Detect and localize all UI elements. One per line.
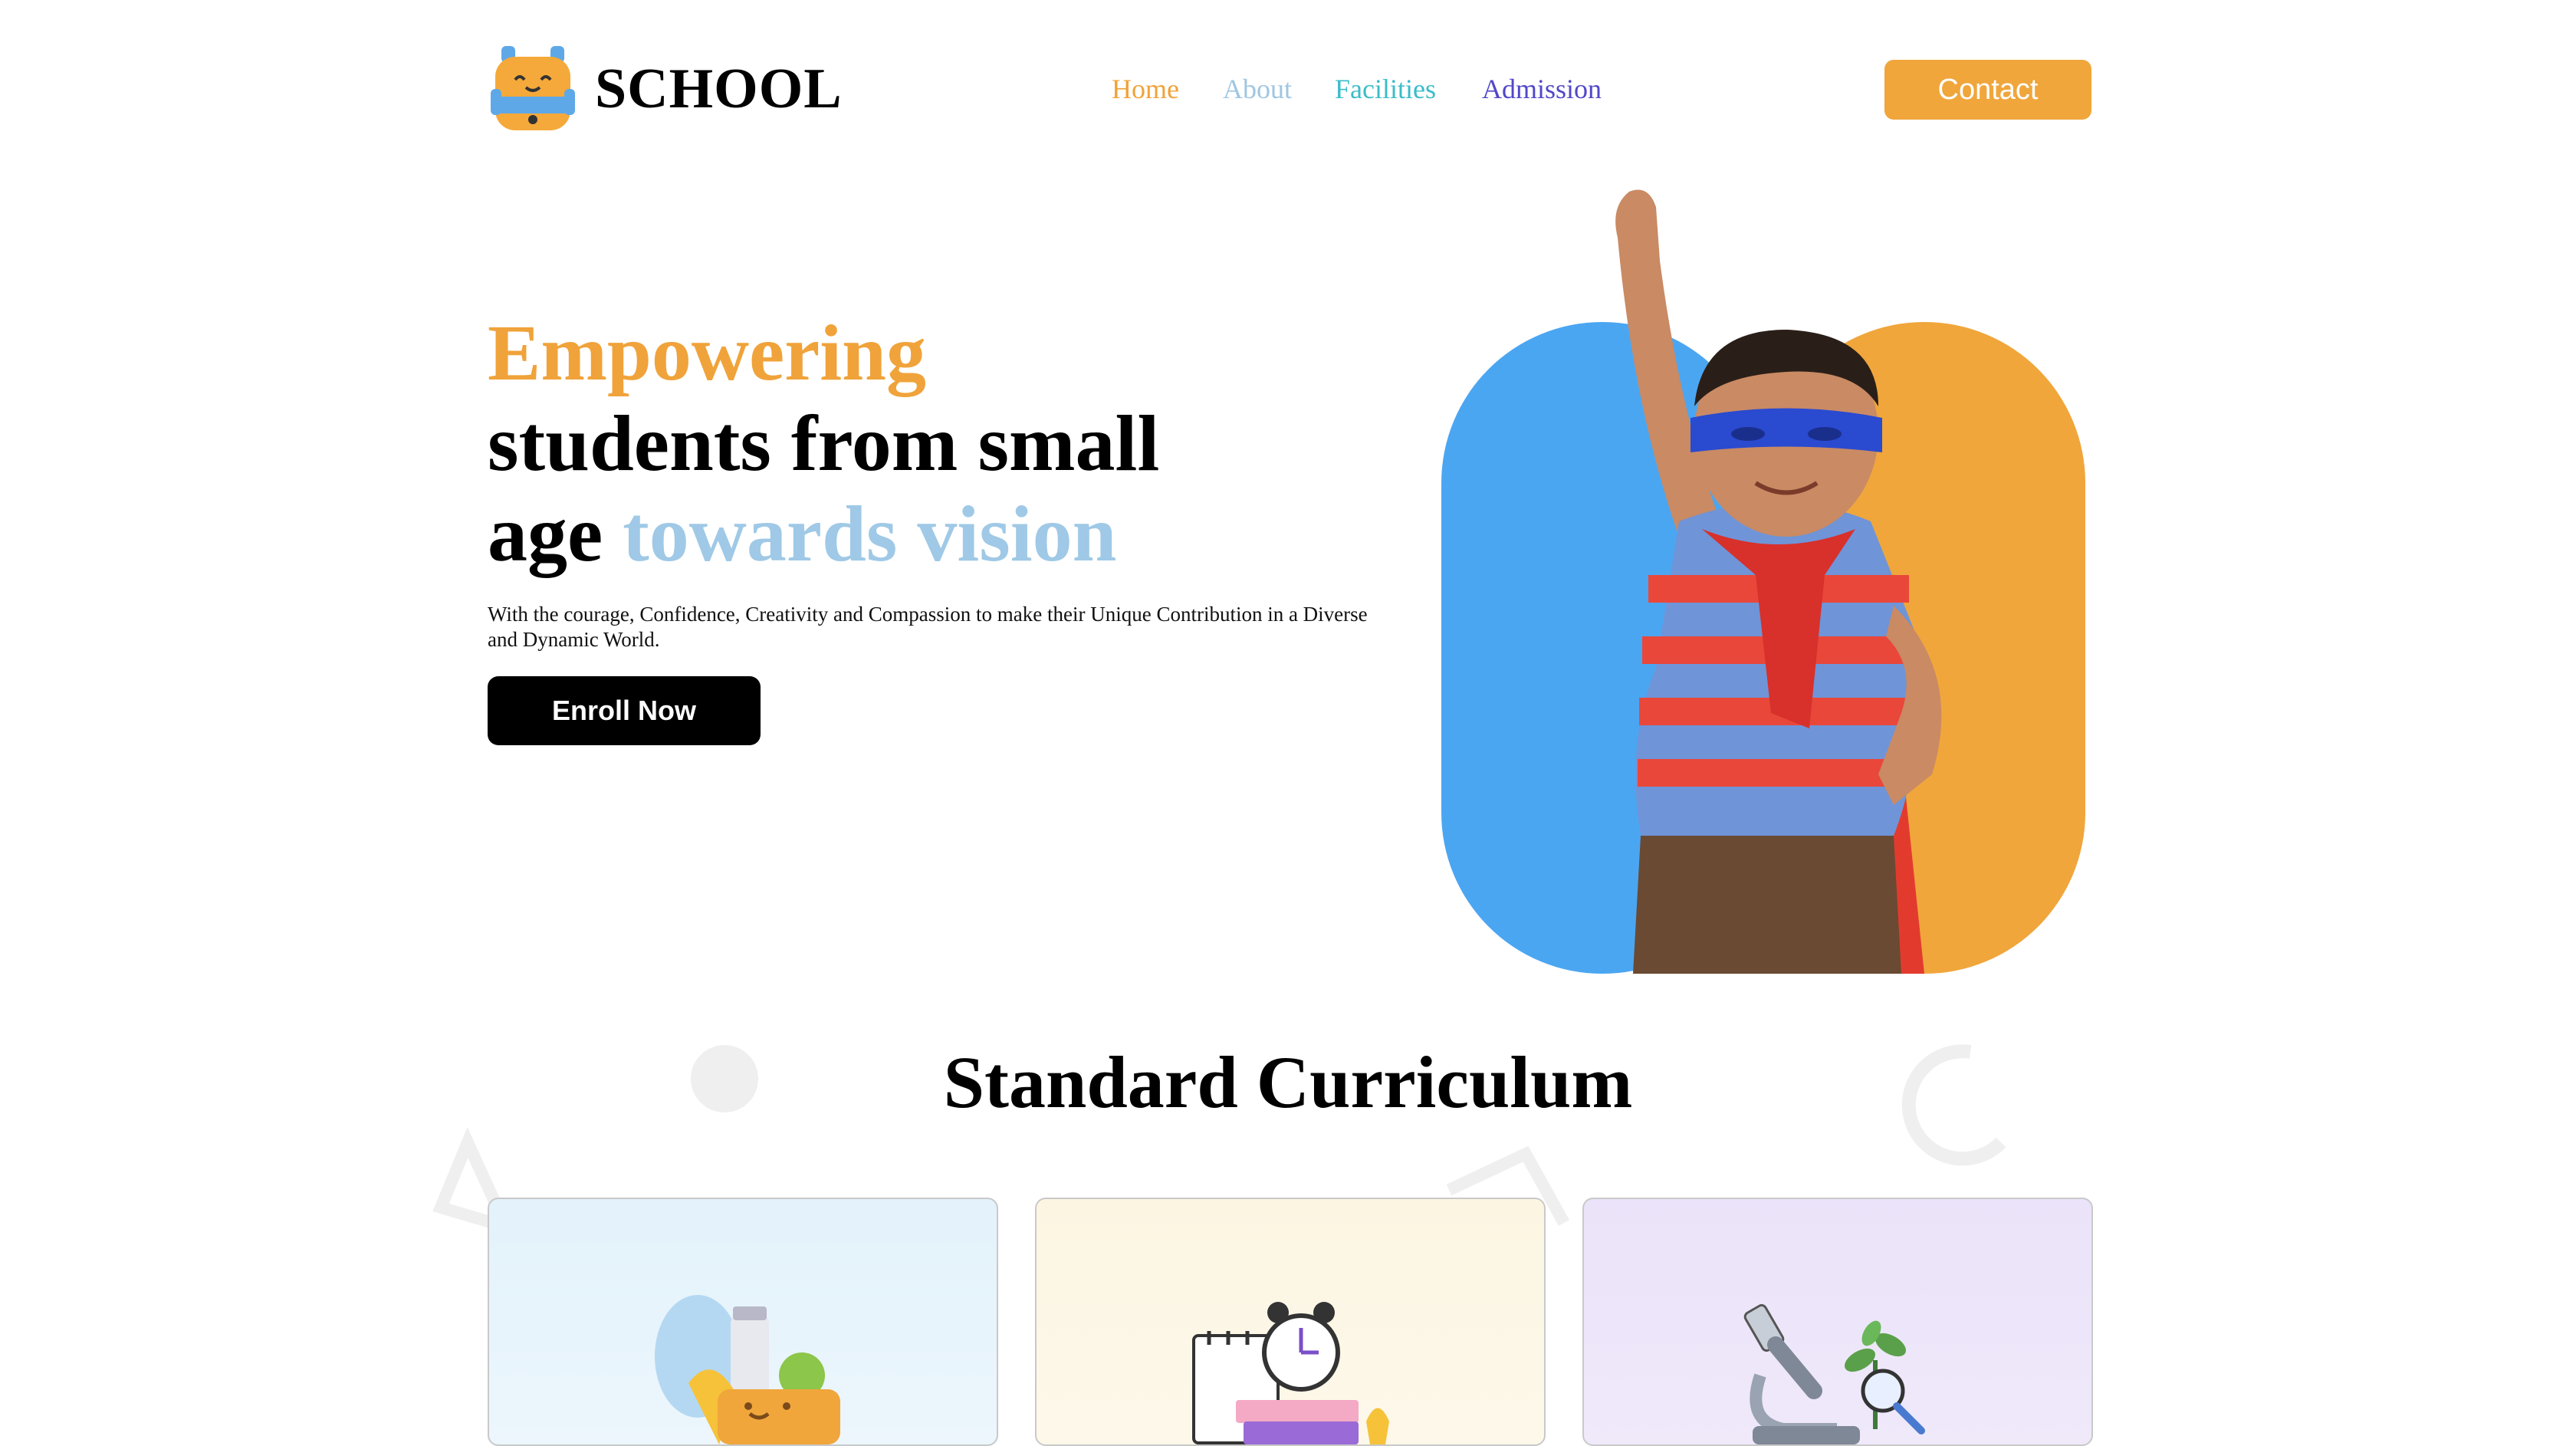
nav-about[interactable]: About [1223, 71, 1292, 107]
lunchbox-food-icon [655, 1295, 840, 1444]
hero-title: Empowering students from small age towar… [488, 308, 1331, 580]
school-backpack-icon[interactable] [491, 43, 575, 135]
curriculum-card[interactable] [1582, 1198, 2093, 1446]
hero-title-line2: students from small [488, 399, 1160, 488]
nav-admission[interactable]: Admission [1482, 71, 1602, 107]
contact-button[interactable]: Contact [1884, 60, 2091, 120]
microscope-plant-icon [1743, 1303, 1925, 1444]
alarm-clock-books-icon [1192, 1302, 1389, 1444]
nav-facilities[interactable]: Facilities [1335, 71, 1436, 107]
superhero-kid-photo [1426, 176, 2101, 974]
nav-home[interactable]: Home [1112, 71, 1179, 107]
hero-title-highlight: Empowering [488, 309, 926, 397]
hero-title-line3: age [488, 490, 623, 578]
enroll-now-button[interactable]: Enroll Now [488, 676, 761, 745]
hero-title-vision: towards vision [623, 490, 1117, 578]
brand-name[interactable]: SCHOOL [595, 51, 843, 127]
curriculum-card[interactable] [1035, 1198, 1546, 1446]
curriculum-title: Standard Curriculum [943, 1041, 1633, 1123]
hero-description: With the courage, Confidence, Creativity… [488, 603, 1368, 651]
curriculum-card[interactable] [488, 1198, 998, 1446]
